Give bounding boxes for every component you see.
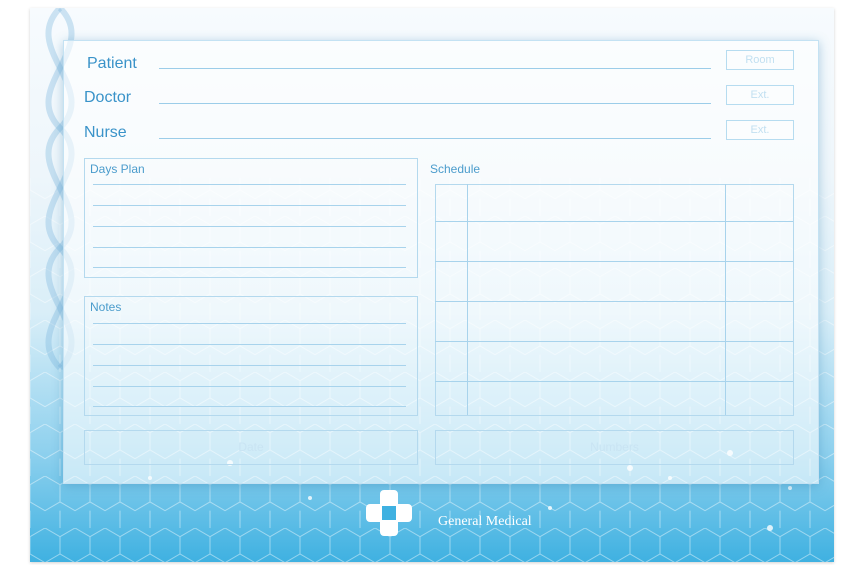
- days-plan-line: [93, 226, 406, 227]
- notes-line: [93, 386, 406, 387]
- schedule-row-divider: [435, 221, 793, 222]
- schedule-row-divider: [435, 301, 793, 302]
- notes-title: Notes: [90, 300, 122, 314]
- schedule-title: Schedule: [430, 162, 481, 176]
- nurse-ext-box[interactable]: Ext.: [726, 120, 794, 140]
- notes-line: [93, 323, 406, 324]
- doctor-field[interactable]: [159, 103, 711, 104]
- days-plan-line: [93, 184, 406, 185]
- doctor-label: Doctor: [84, 89, 132, 106]
- date-box[interactable]: Date: [84, 430, 418, 465]
- nurse-field[interactable]: [159, 138, 711, 139]
- days-plan-title: Days Plan: [90, 162, 145, 176]
- nurse-label: Nurse: [84, 124, 127, 141]
- medical-cross-logo-icon: [366, 490, 412, 536]
- room-box[interactable]: Room: [726, 50, 794, 70]
- days-plan-line: [93, 267, 406, 268]
- days-plan-line: [93, 247, 406, 248]
- notes-line: [93, 344, 406, 345]
- schedule-row-divider: [435, 381, 793, 382]
- schedule-row-divider: [435, 261, 793, 262]
- days-plan-line: [93, 205, 406, 206]
- patient-field[interactable]: [159, 68, 711, 69]
- notes-panel[interactable]: [84, 296, 418, 416]
- doctor-ext-box[interactable]: Ext.: [726, 85, 794, 105]
- patient-label: Patient: [87, 55, 137, 72]
- days-plan-panel[interactable]: [84, 158, 418, 278]
- notes-line: [93, 365, 406, 366]
- brand-name: General Medical: [438, 514, 532, 529]
- notes-line: [93, 406, 406, 407]
- numbers-box[interactable]: Numbers: [435, 430, 794, 465]
- medical-form-page: Patient Room Doctor Ext. Nurse Ext. Days…: [0, 0, 841, 565]
- schedule-row-divider: [435, 341, 793, 342]
